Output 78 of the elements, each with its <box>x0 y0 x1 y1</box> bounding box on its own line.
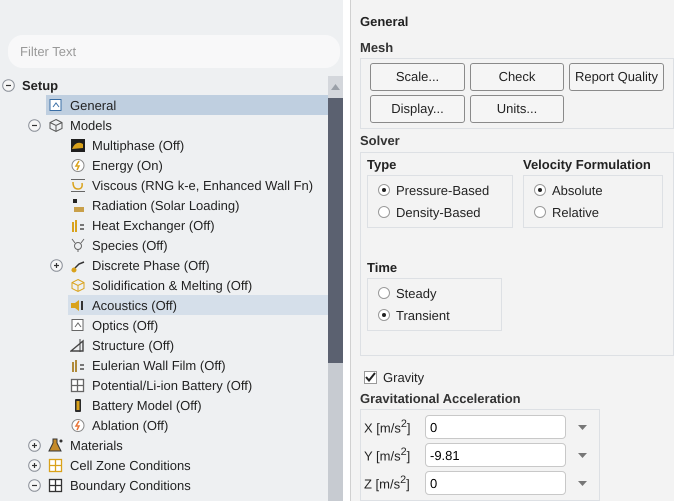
tree-item[interactable]: Species (Off) <box>68 235 328 255</box>
caret-icon[interactable] <box>578 480 587 486</box>
cube-icon <box>48 118 64 132</box>
tree-item[interactable]: Boundary Conditions <box>46 475 328 495</box>
radio-option[interactable]: Steady <box>378 282 491 304</box>
radio-option[interactable]: Relative <box>534 201 652 224</box>
grid-icon <box>48 478 64 492</box>
input-field[interactable]: 0 <box>425 415 566 439</box>
tree-item[interactable]: Battery Model (Off) <box>68 395 328 415</box>
molecule-icon <box>70 238 86 252</box>
tree-item[interactable]: Solidification & Melting (Off) <box>68 275 328 295</box>
filter-field[interactable]: Filter Text <box>8 35 340 68</box>
tree-item[interactable]: Materials <box>46 435 328 455</box>
up-arrow-icon <box>331 84 340 90</box>
bars-icon <box>70 218 86 232</box>
tree-item[interactable]: Radiation (Solar Loading) <box>68 195 328 215</box>
scrollbar[interactable] <box>328 76 343 501</box>
tree-item[interactable]: Cell Zone Conditions <box>46 455 328 475</box>
cube-icon <box>70 278 86 292</box>
caret-icon[interactable] <box>578 424 587 430</box>
group-title: Time <box>367 260 398 278</box>
radio-icon[interactable] <box>378 184 390 196</box>
tree-item[interactable]: Discrete Phase (Off) <box>68 255 328 275</box>
input-field[interactable]: 0 <box>425 471 566 495</box>
caret-icon[interactable] <box>578 452 587 458</box>
expand-icon[interactable] <box>28 438 41 452</box>
field-label: X [m/s$^{2}$] <box>364 418 412 436</box>
tree-item[interactable]: Models <box>46 115 328 135</box>
radio-icon[interactable] <box>534 184 546 196</box>
radio-option[interactable]: Pressure-Based <box>378 179 502 202</box>
expand-icon[interactable] <box>28 458 41 472</box>
radio-option[interactable]: Density-Based <box>378 201 502 224</box>
section-title: Solver <box>360 132 401 150</box>
tree-item[interactable]: Potential/Li-ion Battery (Off) <box>68 375 328 395</box>
tree-item[interactable]: Heat Exchanger (Off) <box>68 215 328 235</box>
section-title: Gravitational Acceleration <box>360 391 522 408</box>
flask-icon <box>48 438 64 452</box>
field-label: Z [m/s$^{2}$] <box>364 474 411 492</box>
radio-icon[interactable] <box>534 206 546 218</box>
panel-title: General <box>360 13 410 31</box>
tree-item[interactable]: Ablation (Off) <box>68 415 328 435</box>
checkbox-icon[interactable] <box>364 370 377 384</box>
scroll-thumb[interactable] <box>328 98 343 363</box>
radio-option[interactable]: Absolute <box>534 179 652 202</box>
tree-item[interactable]: Eulerian Wall Film (Off) <box>68 355 328 375</box>
speaker-icon <box>70 298 86 312</box>
radio-option[interactable]: Transient <box>378 304 491 326</box>
input-field[interactable]: -9.81 <box>425 443 566 467</box>
film-icon <box>70 358 86 372</box>
collapse-icon[interactable] <box>28 478 41 492</box>
mesh-button[interactable]: Units... <box>470 94 564 123</box>
mesh-button[interactable]: Report Quality <box>569 62 664 91</box>
tree-item[interactable]: Multiphase (Off) <box>68 135 328 155</box>
section-title: Mesh <box>360 40 394 57</box>
gravity-checkbox[interactable]: Gravity <box>360 368 424 388</box>
triangle-icon <box>70 338 86 352</box>
tree-item[interactable]: Acoustics (Off) <box>68 295 328 315</box>
mesh-button[interactable]: Display... <box>370 94 465 123</box>
radio-icon[interactable] <box>378 309 390 322</box>
grid-icon <box>48 458 64 472</box>
collapse-icon[interactable] <box>28 118 41 132</box>
group-title: Velocity Formulation <box>523 157 652 174</box>
tree-item[interactable]: Optics (Off) <box>68 315 328 335</box>
field-label: Y [m/s$^{2}$] <box>364 446 412 464</box>
tree-item[interactable]: Structure (Off) <box>68 335 328 355</box>
mesh-button[interactable]: Scale... <box>370 62 465 91</box>
tree-item[interactable]: Energy (On) <box>68 155 328 175</box>
mesh-button[interactable]: Check <box>470 62 564 91</box>
collapse-icon[interactable] <box>2 78 15 92</box>
tree-item[interactable]: Viscous (RNG k-e, Enhanced Wall Fn) <box>68 175 328 195</box>
circle-icon <box>70 158 86 172</box>
expand-icon[interactable] <box>50 258 63 272</box>
tree-item[interactable]: Setup <box>20 75 328 95</box>
document-icon <box>48 98 64 112</box>
radio-icon[interactable] <box>378 287 390 300</box>
group-title: Type <box>367 157 398 174</box>
tree-item[interactable]: General <box>46 95 328 115</box>
radio-icon[interactable] <box>378 206 390 218</box>
